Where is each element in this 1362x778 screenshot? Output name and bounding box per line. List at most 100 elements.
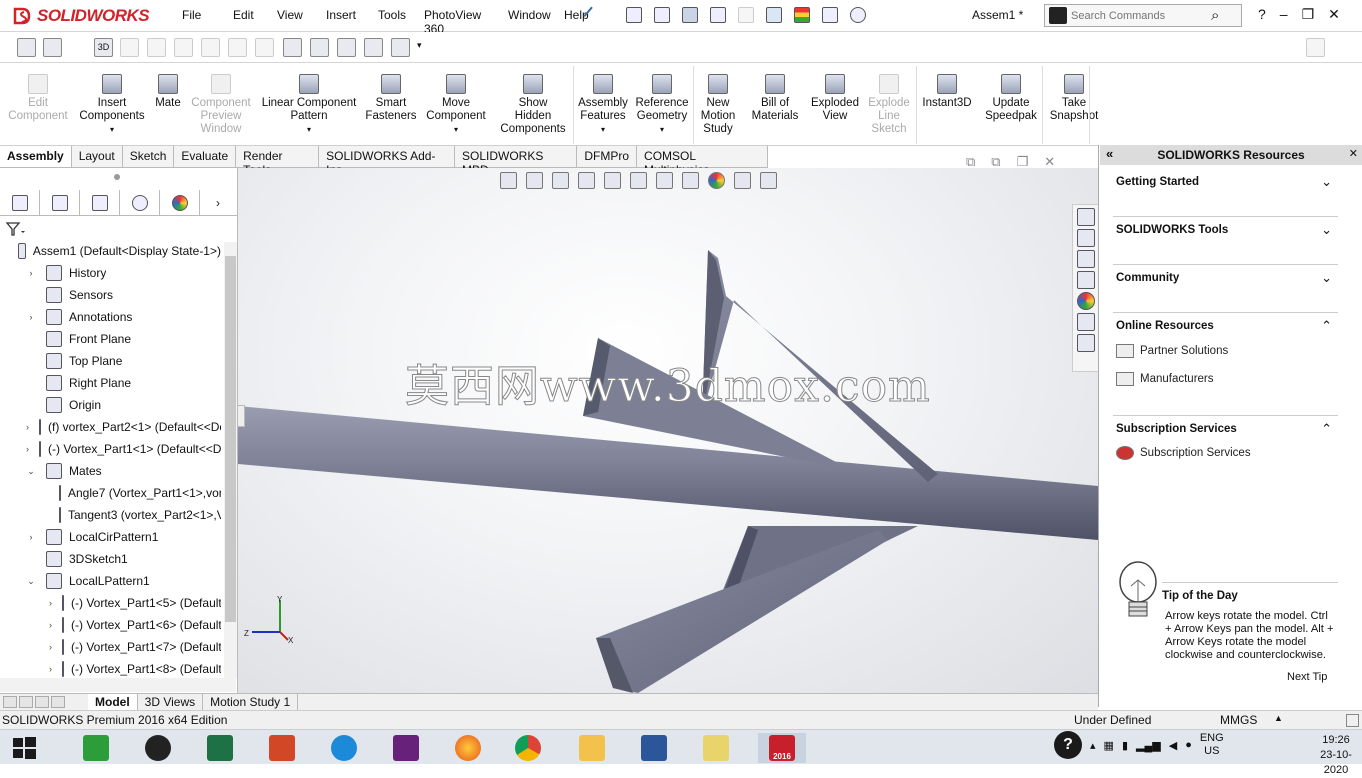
select-icon[interactable] [766, 7, 782, 23]
disabled-tool-icon-4[interactable] [201, 38, 220, 57]
zoom-to-fit-icon[interactable] [500, 172, 517, 189]
tree-node[interactable]: Sensors [26, 284, 113, 306]
display-style-icon[interactable] [656, 172, 673, 189]
hide-show-items-icon[interactable] [682, 172, 699, 189]
link-subscription-services[interactable]: Subscription Services [1116, 446, 1251, 460]
taskbar-word[interactable] [636, 733, 672, 763]
expand-toggle-icon[interactable]: › [49, 664, 52, 674]
expand-toggle-icon[interactable]: ⌄ [26, 576, 36, 587]
tab-3d-views[interactable]: 3D Views [138, 694, 204, 710]
new-motion-study-button[interactable]: New Motion Study [696, 64, 740, 146]
tab-assembly[interactable]: Assembly [0, 146, 72, 167]
custom-properties-icon[interactable] [1077, 313, 1095, 331]
chevron-down-icon[interactable]: ▾ [601, 123, 605, 136]
component-tool-icon-4[interactable] [364, 38, 383, 57]
bill-of-materials-button[interactable]: Bill of Materials [746, 64, 804, 146]
signal-icon[interactable]: ▂▄▆ [1136, 739, 1161, 752]
start-button[interactable] [6, 733, 42, 763]
expand-toggle-icon[interactable]: › [26, 444, 29, 454]
expand-toggle-icon[interactable]: › [26, 268, 36, 278]
dimxpert-tab[interactable] [120, 190, 160, 215]
appearances-icon[interactable] [1077, 292, 1095, 310]
component-tool-icon-3[interactable] [337, 38, 356, 57]
scrollbar-thumb[interactable] [225, 256, 236, 622]
assembly-features-button[interactable]: Assembly Features ▾ [574, 64, 632, 146]
show-hidden-components-button[interactable]: Show Hidden Components [494, 64, 572, 146]
tab-solidworks-mbd[interactable]: SOLIDWORKS MBD [455, 146, 578, 177]
previous-tab-icon[interactable] [19, 696, 33, 708]
explode-line-sketch-button[interactable]: Explode Line Sketch [862, 64, 916, 146]
smart-fasteners-button[interactable]: Smart Fasteners [364, 64, 418, 146]
zoom-to-area-icon[interactable] [526, 172, 543, 189]
viewport-expand-icon[interactable]: ⧉ [991, 154, 1000, 170]
insert-components-button[interactable]: Insert Components ▾ [74, 64, 150, 146]
tab-comsol-multiphysics[interactable]: COMSOL Multiphysics [637, 146, 768, 177]
disabled-tool-icon-3[interactable] [174, 38, 193, 57]
taskbar-visual-studio[interactable] [388, 733, 424, 763]
viewport-close-icon[interactable]: ✕ [1044, 154, 1055, 170]
tree-node[interactable]: Front Plane [26, 328, 131, 350]
take-snapshot-button[interactable]: Take Snapshot [1046, 64, 1102, 146]
taskbar-ie[interactable] [326, 733, 362, 763]
first-tab-icon[interactable] [3, 696, 17, 708]
rebuild-icon[interactable] [794, 7, 810, 23]
horizontal-scrollbar[interactable] [0, 678, 236, 692]
feature-tree-tab[interactable] [0, 190, 40, 215]
next-tip-link[interactable]: Next Tip [1287, 671, 1327, 683]
edit-appearance-icon[interactable] [708, 172, 725, 189]
unit-dropdown-icon[interactable]: ▲ [1274, 713, 1283, 723]
tab-dfmpro[interactable]: DFMPro [577, 146, 638, 167]
new-document-icon[interactable] [626, 7, 642, 23]
undo-icon[interactable] [738, 7, 754, 23]
assembly-toolbar-icon[interactable] [17, 38, 36, 57]
tree-node[interactable]: › (-) Vortex_Part1<8> (Default [49, 658, 221, 680]
file-properties-icon[interactable] [822, 7, 838, 23]
section-online-resources[interactable]: Online Resources ⌃ [1116, 318, 1338, 333]
disabled-tool-icon-1[interactable] [120, 38, 139, 57]
component-tool-icon-2[interactable] [310, 38, 329, 57]
taskbar-solidworks[interactable]: 2016 [758, 733, 806, 763]
status-tool-icon[interactable] [1346, 714, 1359, 727]
search-input[interactable] [1071, 9, 1211, 22]
tab-layout[interactable]: Layout [72, 146, 123, 167]
reference-geometry-button[interactable]: Reference Geometry ▾ [632, 64, 692, 146]
section-solidworks-tools[interactable]: SOLIDWORKS Tools ⌄ [1116, 222, 1338, 237]
component-preview-window-button[interactable]: Component Preview Window [188, 64, 254, 146]
vortex-assembly-model[interactable] [238, 168, 1098, 693]
restore-icon[interactable]: ❐ [1302, 6, 1315, 23]
tree-node[interactable]: Top Plane [26, 350, 122, 372]
section-subscription-services[interactable]: Subscription Services ⌃ [1116, 421, 1338, 436]
3d-view-icon[interactable]: 3D [94, 38, 113, 57]
options-gear-icon[interactable] [850, 7, 866, 23]
taskbar-explorer[interactable] [574, 733, 610, 763]
feature-tree-scrollbar[interactable] [224, 242, 237, 678]
disabled-tool-icon-2[interactable] [147, 38, 166, 57]
filter-icon[interactable] [5, 221, 27, 237]
taskbar-chrome[interactable] [510, 733, 546, 763]
taskbar-powerpoint[interactable] [264, 733, 300, 763]
close-icon[interactable]: ✕ [1328, 6, 1340, 23]
tree-node[interactable]: 3DSketch1 [26, 548, 128, 570]
collapse-panel-handle[interactable] [237, 405, 245, 427]
assembly-check-icon[interactable] [43, 38, 62, 57]
help-icon[interactable]: ? [1258, 6, 1266, 23]
save-icon[interactable] [682, 7, 698, 23]
tab-motion-study[interactable]: Motion Study 1 [203, 694, 299, 710]
volume-icon[interactable]: ◀ [1169, 739, 1177, 752]
forum-icon[interactable] [1077, 334, 1095, 352]
tree-node[interactable]: › (-) Vortex_Part1<6> (Default [49, 614, 221, 636]
taskbar-app-1[interactable] [78, 733, 114, 763]
viewport-restore-icon[interactable]: ❐ [1017, 154, 1029, 170]
expand-toggle-icon[interactable]: › [26, 422, 29, 432]
section-community[interactable]: Community ⌄ [1116, 270, 1338, 285]
chevron-down-icon[interactable]: ▾ [417, 40, 422, 51]
pin-task-pane-icon[interactable]: ✕ [1349, 147, 1358, 160]
link-partner-solutions[interactable]: Partner Solutions [1116, 344, 1228, 358]
expand-toggle-icon[interactable]: ⌄ [26, 466, 36, 477]
panel-splitter-handle[interactable] [114, 174, 120, 180]
move-component-button[interactable]: Move Component ▾ [422, 64, 490, 146]
chevron-down-icon[interactable]: ▾ [307, 123, 311, 136]
component-tool-icon-5[interactable] [391, 38, 410, 57]
expand-toggle-icon[interactable]: › [26, 532, 36, 542]
tree-node[interactable]: Angle7 (Vortex_Part1<1>,vor [49, 482, 221, 504]
